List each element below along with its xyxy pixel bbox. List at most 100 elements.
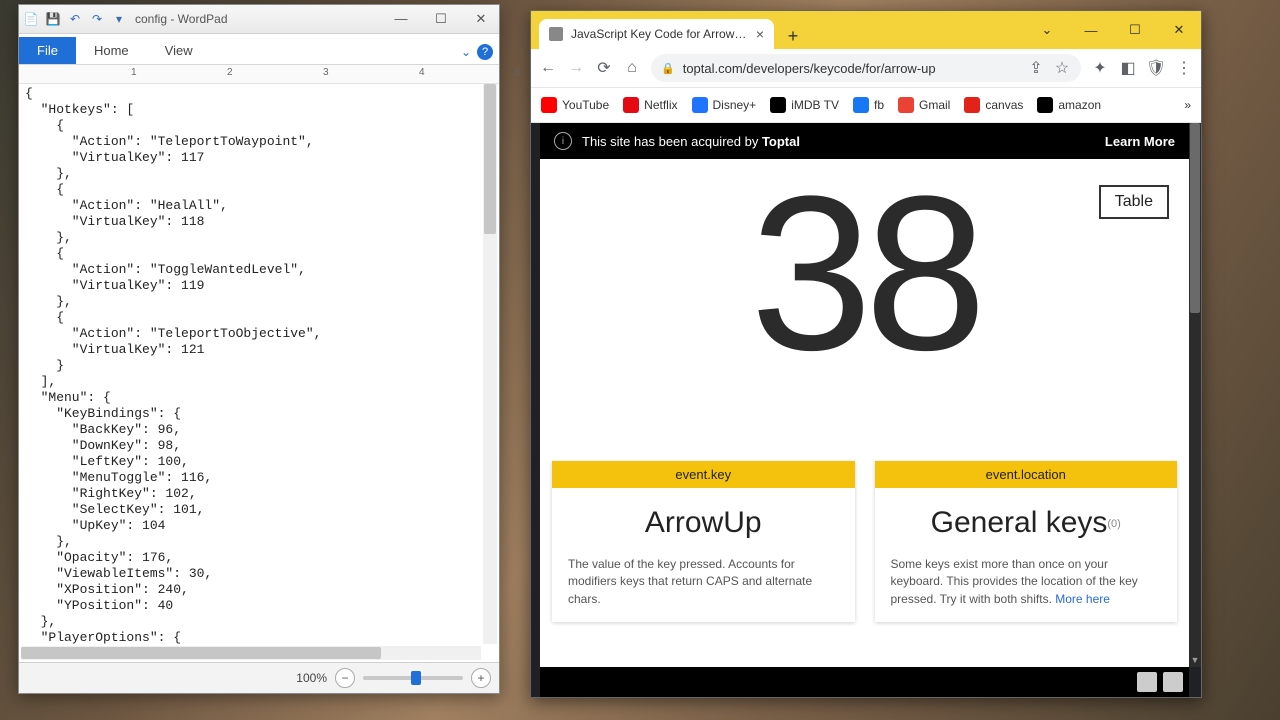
redo-icon[interactable]: ↷: [89, 11, 105, 27]
side-panel-icon[interactable]: ◧: [1119, 59, 1137, 77]
learn-more-link[interactable]: Learn More: [1105, 134, 1175, 149]
back-button[interactable]: ←: [539, 59, 557, 77]
view-list-icon[interactable]: [1137, 672, 1157, 692]
wordpad-horizontal-scrollbar[interactable]: [21, 646, 481, 660]
chrome-window: JavaScript Key Code for ArrowUp × + ⌄ — …: [530, 10, 1202, 698]
bookmark-item[interactable]: iMDB TV: [770, 97, 839, 113]
chrome-close-button[interactable]: ✕: [1157, 22, 1201, 38]
wordpad-ribbon: File Home View ⌄ ?: [19, 34, 499, 65]
bookmark-item[interactable]: amazon: [1037, 97, 1101, 113]
card-header: event.key: [552, 461, 855, 488]
forward-button[interactable]: →: [567, 59, 585, 77]
scrollbar-thumb[interactable]: [21, 647, 381, 659]
wordpad-document-text[interactable]: { "Hotkeys": [ { "Action": "TeleportToWa…: [25, 86, 479, 644]
more-here-link[interactable]: More here: [1055, 592, 1110, 606]
wordpad-vertical-scrollbar[interactable]: [483, 84, 497, 644]
url-text: toptal.com/developers/keycode/for/arrow-…: [683, 61, 936, 76]
qa-dropdown-icon[interactable]: ▾: [111, 11, 127, 27]
bookmark-label: amazon: [1058, 98, 1101, 112]
card-title: General keys(0): [891, 506, 1162, 540]
wordpad-titlebar[interactable]: 📄 💾 ↶ ↷ ▾ config - WordPad — ☐ ✕: [19, 5, 499, 34]
bookmark-icon: [853, 97, 869, 113]
ribbon-tab-file[interactable]: File: [19, 37, 76, 64]
card-description: The value of the key pressed. Accounts f…: [552, 548, 855, 622]
card-header: event.location: [875, 461, 1178, 488]
bookmarks-bar: YouTube Netflix Disney+ iMDB TV fb Gmail canva…: [531, 88, 1201, 123]
bookmark-item[interactable]: Netflix: [623, 97, 677, 113]
tab-title: JavaScript Key Code for ArrowUp: [571, 27, 748, 41]
wordpad-document-area[interactable]: { "Hotkeys": [ { "Action": "TeleportToWa…: [19, 84, 499, 662]
bookmark-icon: [964, 97, 980, 113]
wordpad-title: config - WordPad: [135, 12, 228, 26]
wordpad-close-button[interactable]: ✕: [467, 11, 495, 27]
bookmark-item[interactable]: YouTube: [541, 97, 609, 113]
extensions-icon[interactable]: ✦: [1091, 59, 1109, 77]
scroll-down-icon[interactable]: ▼: [1189, 655, 1201, 667]
help-icon[interactable]: ?: [477, 44, 493, 60]
bookmark-item[interactable]: fb: [853, 97, 884, 113]
chrome-tabstrip[interactable]: JavaScript Key Code for ArrowUp × + ⌄ — …: [531, 11, 1201, 49]
chrome-minimize-button[interactable]: —: [1069, 23, 1113, 38]
bookmark-star-icon[interactable]: ☆: [1053, 59, 1071, 77]
bookmark-label: Gmail: [919, 98, 950, 112]
bookmark-label: fb: [874, 98, 884, 112]
ribbon-collapse-icon[interactable]: ⌄: [461, 45, 471, 59]
scrollbar-thumb[interactable]: [1190, 123, 1200, 313]
bookmark-label: iMDB TV: [791, 98, 839, 112]
new-tab-button[interactable]: +: [780, 23, 806, 49]
event-location-card: event.location General keys(0) Some keys…: [875, 461, 1178, 622]
bookmark-item[interactable]: Gmail: [898, 97, 950, 113]
browser-tab[interactable]: JavaScript Key Code for ArrowUp ×: [539, 19, 774, 49]
scrollbar-thumb[interactable]: [484, 84, 496, 234]
chrome-toolbar: ← → ⟳ ⌂ 🔒 toptal.com/developers/keycode/…: [531, 49, 1201, 88]
ruler-mark: 3: [323, 67, 329, 78]
ruler-mark: 1: [131, 67, 137, 78]
bookmark-icon: [770, 97, 786, 113]
tab-close-icon[interactable]: ×: [756, 26, 764, 42]
view-grid-icon[interactable]: [1163, 672, 1183, 692]
wordpad-statusbar: 100% − +: [19, 662, 499, 693]
wordpad-ruler[interactable]: 1 2 3 4 5: [19, 65, 499, 84]
bookmark-label: YouTube: [562, 98, 609, 112]
address-bar[interactable]: 🔒 toptal.com/developers/keycode/for/arro…: [651, 54, 1081, 82]
bookmark-label: Disney+: [713, 98, 757, 112]
zoom-slider-knob[interactable]: [411, 671, 421, 685]
wordpad-minimize-button[interactable]: —: [387, 11, 415, 27]
chrome-maximize-button[interactable]: ☐: [1113, 22, 1157, 38]
bookmark-item[interactable]: canvas: [964, 97, 1023, 113]
ribbon-tab-view[interactable]: View: [147, 37, 211, 64]
bookmark-icon: [898, 97, 914, 113]
info-icon: i: [554, 132, 572, 150]
bookmark-icon: [623, 97, 639, 113]
ribbon-tab-home[interactable]: Home: [76, 37, 147, 64]
bookmark-label: canvas: [985, 98, 1023, 112]
undo-icon[interactable]: ↶: [67, 11, 83, 27]
page-vertical-scrollbar[interactable]: ▲ ▼: [1189, 123, 1201, 667]
banner-text: This site has been acquired by Toptal: [582, 134, 800, 149]
bookmark-label: Netflix: [644, 98, 677, 112]
card-description: Some keys exist more than once on your k…: [875, 548, 1178, 622]
page-content: i This site has been acquired by Toptal …: [540, 123, 1189, 667]
tab-search-icon[interactable]: ⌄: [1025, 22, 1069, 38]
ruler-mark: 5: [515, 67, 521, 78]
share-icon[interactable]: ⇪: [1027, 59, 1045, 77]
event-key-card: event.key ArrowUp The value of the key p…: [552, 461, 855, 622]
chrome-menu-icon[interactable]: ⋮: [1175, 59, 1193, 77]
reload-button[interactable]: ⟳: [595, 59, 613, 77]
chrome-viewport: i This site has been acquired by Toptal …: [531, 123, 1201, 697]
bookmark-icon: [692, 97, 708, 113]
bookmark-item[interactable]: Disney+: [692, 97, 757, 113]
keycode-display: 38: [540, 163, 1189, 383]
zoom-out-button[interactable]: −: [335, 668, 355, 688]
home-button[interactable]: ⌂: [623, 59, 641, 77]
ruler-mark: 2: [227, 67, 233, 78]
zoom-in-button[interactable]: +: [471, 668, 491, 688]
bookmarks-overflow-icon[interactable]: »: [1184, 98, 1191, 112]
wordpad-maximize-button[interactable]: ☐: [427, 11, 455, 27]
lock-icon[interactable]: 🔒: [661, 62, 675, 75]
wordpad-window: 📄 💾 ↶ ↷ ▾ config - WordPad — ☐ ✕ File Ho…: [18, 4, 500, 694]
profile-icon[interactable]: 🛡: [1147, 59, 1165, 77]
wordpad-app-icon: 📄: [23, 11, 39, 27]
save-icon[interactable]: 💾: [45, 11, 61, 27]
zoom-slider[interactable]: [363, 676, 463, 680]
